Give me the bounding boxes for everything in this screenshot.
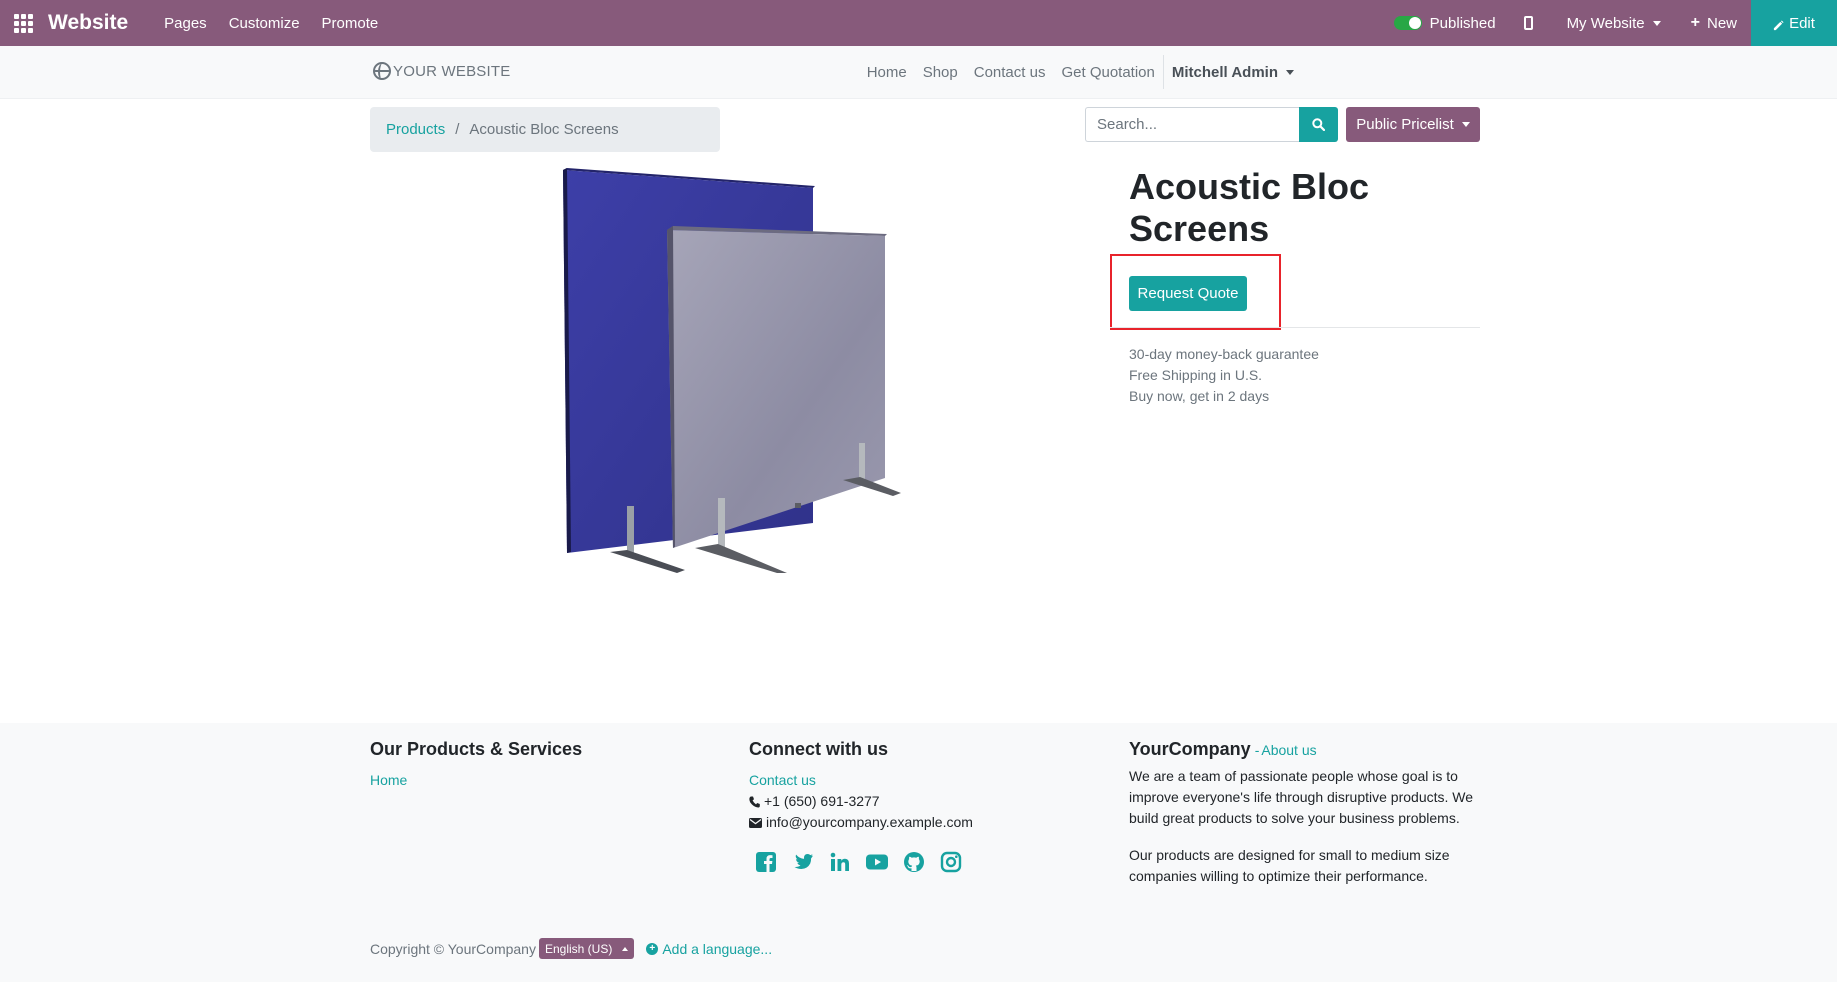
logo-text: YOUR WEBSITE bbox=[393, 62, 511, 80]
phone-icon bbox=[749, 796, 760, 807]
product-title: Acoustic Bloc Screens bbox=[1129, 166, 1370, 249]
footer-phone: +1 (650) 691-3277 bbox=[749, 791, 976, 812]
plus-icon: + bbox=[1690, 14, 1700, 31]
search-input[interactable] bbox=[1085, 107, 1299, 142]
search-bar bbox=[1085, 107, 1338, 142]
product-image bbox=[555, 168, 905, 573]
breadcrumb-products-link[interactable]: Products bbox=[386, 121, 445, 138]
site-nav: Home Shop Contact us Get Quotation Mitch… bbox=[851, 46, 1294, 98]
language-label: English (US) bbox=[544, 941, 613, 956]
new-label: New bbox=[1706, 14, 1737, 32]
youtube-icon[interactable] bbox=[865, 850, 889, 874]
github-icon[interactable] bbox=[902, 850, 926, 874]
company-description: We are a team of passionate people whose… bbox=[1129, 768, 1474, 826]
footer-home-link[interactable]: Home bbox=[370, 770, 582, 791]
phone-number: +1 (650) 691-3277 bbox=[764, 793, 880, 809]
nav-shop[interactable]: Shop bbox=[923, 64, 958, 81]
footer-heading: Connect with us bbox=[749, 739, 888, 759]
app-name[interactable]: Website bbox=[48, 11, 128, 35]
company-name: YourCompany bbox=[1129, 739, 1251, 759]
divider bbox=[1110, 327, 1480, 328]
footer-company-column: YourCompany - About us We are a team of … bbox=[1129, 739, 1484, 903]
social-links bbox=[754, 850, 976, 874]
admin-topbar: Website Pages Customize Promote Publishe… bbox=[0, 0, 1837, 46]
website-selector-label: My Website bbox=[1566, 14, 1645, 32]
about-us-link[interactable]: About us bbox=[1261, 742, 1316, 758]
edit-label: Edit bbox=[1789, 14, 1815, 32]
site-footer: Our Products & Services Home Connect wit… bbox=[0, 723, 1837, 982]
company-separator: - bbox=[1254, 742, 1260, 758]
linkedin-icon[interactable] bbox=[828, 850, 852, 874]
footer-connect-column: Connect with us Contact us +1 (650) 691-… bbox=[749, 739, 976, 874]
pencil-icon bbox=[1773, 18, 1784, 31]
company-line: YourCompany - About us bbox=[1129, 739, 1484, 760]
request-quote-button[interactable]: Request Quote bbox=[1129, 276, 1247, 311]
plus-circle-icon: + bbox=[646, 942, 659, 955]
add-language-label: Add a language... bbox=[662, 940, 773, 957]
add-language-link[interactable]: + Add a language... bbox=[646, 941, 772, 957]
breadcrumb-separator: / bbox=[455, 121, 460, 138]
chevron-up-icon bbox=[622, 946, 629, 951]
edit-button[interactable]: Edit bbox=[1751, 0, 1837, 46]
published-label: Published bbox=[1429, 14, 1496, 32]
user-name: Mitchell Admin bbox=[1171, 63, 1278, 81]
site-logo[interactable]: YOUR WEBSITE bbox=[373, 62, 510, 80]
pricelist-label: Public Pricelist bbox=[1356, 116, 1454, 133]
company-description-2: Our products are designed for small to m… bbox=[1129, 847, 1450, 884]
nav-get-quotation[interactable]: Get Quotation bbox=[1061, 64, 1154, 81]
guarantee-item: Buy now, get in 2 days bbox=[1129, 388, 1270, 404]
pricelist-dropdown[interactable]: Public Pricelist bbox=[1346, 107, 1480, 142]
guarantee-item: Free Shipping in U.S. bbox=[1129, 367, 1263, 383]
nav-contact-us[interactable]: Contact us bbox=[974, 64, 1046, 81]
copyright-text: Copyright © YourCompany bbox=[370, 940, 536, 957]
nav-home[interactable]: Home bbox=[867, 64, 907, 81]
footer-products-column: Our Products & Services Home bbox=[370, 739, 582, 791]
breadcrumb-current: Acoustic Bloc Screens bbox=[469, 121, 619, 138]
menu-promote[interactable]: Promote bbox=[322, 15, 379, 32]
guarantee-item: 30-day money-back guarantee bbox=[1129, 346, 1319, 362]
search-icon bbox=[1312, 118, 1325, 131]
mail-icon bbox=[749, 817, 762, 828]
chevron-down-icon bbox=[1286, 69, 1294, 75]
menu-customize[interactable]: Customize bbox=[229, 15, 300, 32]
nav-divider bbox=[1162, 55, 1164, 89]
new-button[interactable]: + New bbox=[1691, 14, 1737, 32]
footer-contact-link[interactable]: Contact us bbox=[749, 770, 976, 791]
globe-icon bbox=[373, 62, 391, 80]
chevron-down-icon bbox=[1652, 20, 1661, 26]
footer-email: info@yourcompany.example.com bbox=[749, 812, 976, 833]
toggle-switch-icon bbox=[1393, 16, 1422, 30]
mobile-preview-icon[interactable] bbox=[1523, 16, 1533, 30]
menu-pages[interactable]: Pages bbox=[164, 15, 207, 32]
site-header: YOUR WEBSITE Home Shop Contact us Get Qu… bbox=[0, 46, 1837, 99]
email-address: info@yourcompany.example.com bbox=[766, 814, 973, 830]
breadcrumb: Products / Acoustic Bloc Screens bbox=[370, 107, 720, 152]
footer-heading: Our Products & Services bbox=[370, 739, 583, 759]
instagram-icon[interactable] bbox=[939, 850, 963, 874]
published-toggle[interactable]: Published bbox=[1393, 14, 1496, 32]
chevron-down-icon bbox=[1461, 122, 1470, 127]
guarantee-list: 30-day money-back guarantee Free Shippin… bbox=[1129, 344, 1319, 407]
user-menu-dropdown[interactable]: Mitchell Admin bbox=[1172, 64, 1294, 81]
website-selector-dropdown[interactable]: My Website bbox=[1567, 15, 1661, 32]
copyright-row: Copyright © YourCompany English (US) + A… bbox=[370, 938, 772, 959]
search-button[interactable] bbox=[1299, 107, 1338, 142]
facebook-icon[interactable] bbox=[754, 850, 778, 874]
twitter-icon[interactable] bbox=[791, 850, 815, 874]
language-selector[interactable]: English (US) bbox=[538, 938, 635, 959]
apps-grid-icon[interactable] bbox=[13, 13, 33, 33]
